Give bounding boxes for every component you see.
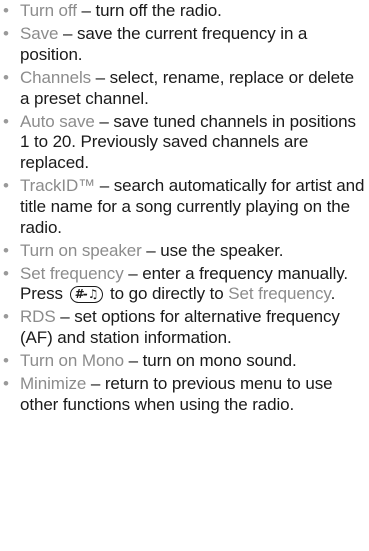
option-term: Minimize [20, 374, 87, 394]
option-term: Turn on speaker [20, 240, 142, 260]
separator-dash: – [128, 351, 138, 371]
option-term-reference: Set frequency [228, 284, 331, 304]
separator-dash: – [90, 374, 101, 394]
hash-key-icon: #-♫ [69, 286, 104, 304]
option-term: Save [20, 23, 59, 43]
list-item-channels: • Channels – select, rename, replace or … [0, 68, 369, 110]
list-item-trackid: • TrackID™ – search automatically for ar… [0, 176, 369, 238]
separator-dash: – [146, 240, 156, 260]
option-description: turn off the radio. [95, 1, 222, 20]
option-term: TrackID™ [20, 176, 96, 196]
bullet-icon: • [3, 67, 9, 87]
document-body: • Turn off – turn off the radio. • Save … [0, 1, 369, 418]
option-term: Turn on Mono [20, 351, 125, 371]
bullet-icon: • [3, 1, 9, 20]
separator-dash: – [60, 307, 70, 327]
list-item-turn-on-speaker: • Turn on speaker – use the speaker. [0, 241, 369, 262]
bullet-icon: • [3, 23, 9, 43]
option-term: Auto save [20, 111, 95, 131]
list-item-minimize: • Minimize – return to previous menu to … [0, 374, 369, 416]
separator-dash: – [99, 111, 109, 131]
option-term: Channels [20, 67, 92, 87]
radio-options-list: • Turn off – turn off the radio. • Save … [0, 1, 369, 416]
option-description: turn on mono sound. [142, 351, 297, 371]
bullet-icon: • [3, 374, 9, 394]
option-term: Turn off [20, 1, 77, 20]
separator-dash: – [99, 176, 110, 196]
option-description: use the speaker. [160, 240, 284, 260]
bullet-icon: • [3, 307, 9, 327]
bullet-icon: • [3, 176, 9, 196]
option-description-continued: to go directly to [110, 284, 224, 304]
separator-dash: – [95, 67, 106, 87]
option-term: Set frequency [20, 263, 124, 283]
list-item-turn-off: • Turn off – turn off the radio. [0, 1, 369, 22]
bullet-icon: • [3, 263, 9, 283]
bullet-icon: • [3, 111, 9, 131]
list-item-set-frequency: • Set frequency – enter a frequency manu… [0, 264, 369, 306]
list-item-turn-on-mono: • Turn on Mono – turn on mono sound. [0, 351, 369, 372]
list-item-rds: • RDS – set options for alternative freq… [0, 307, 369, 349]
separator-dash: – [81, 1, 91, 20]
list-item-save: • Save – save the current frequency in a… [0, 24, 369, 66]
list-item-auto-save: • Auto save – save tuned channels in pos… [0, 112, 369, 174]
sentence-end: . [330, 284, 336, 304]
separator-dash: – [62, 23, 73, 43]
bullet-icon: • [3, 351, 9, 371]
option-term: RDS [20, 307, 56, 327]
separator-dash: – [128, 263, 138, 283]
bullet-icon: • [3, 240, 9, 260]
